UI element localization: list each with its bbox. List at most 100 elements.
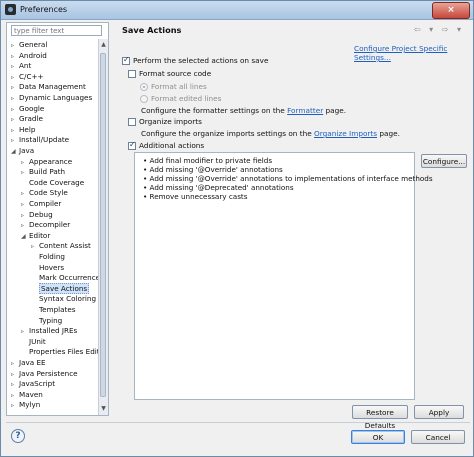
tree-item-installed-jres[interactable]: ▹ Installed JREs	[21, 325, 77, 336]
tree-item-templates[interactable]: Templates	[31, 304, 76, 315]
tree-item-syntax-coloring[interactable]: Syntax Coloring	[31, 293, 96, 304]
tree-item-label: Maven	[19, 389, 43, 399]
formatter-desc-suffix: page.	[323, 106, 347, 115]
tree-item-install-update[interactable]: ▹ Install/Update	[11, 134, 69, 145]
filter-input[interactable]	[11, 25, 102, 36]
tree-item-save-actions[interactable]: Save Actions	[31, 282, 90, 294]
restore-defaults-button[interactable]: Restore Defaults	[352, 405, 408, 430]
scroll-down-arrow-icon[interactable]: ▼	[100, 405, 107, 413]
tree-item-label: Dynamic Languages	[19, 93, 93, 102]
expanded-arrow-icon[interactable]: ◢	[21, 231, 29, 242]
help-icon[interactable]: ?	[11, 429, 25, 443]
organize-desc-prefix: Configure the organize imports settings …	[141, 129, 315, 138]
tree-item-hovers[interactable]: Hovers	[31, 262, 64, 273]
tree-item-code-style[interactable]: ▹ Code Style	[21, 187, 68, 198]
organize-imports-checkbox[interactable]	[128, 118, 136, 126]
collapsed-arrow-icon[interactable]: ▹	[11, 400, 19, 411]
tree-item-maven[interactable]: ▹ Maven	[11, 389, 43, 400]
action-text: Remove unnecessary casts	[149, 192, 248, 201]
tree-item-label: Java	[19, 146, 35, 155]
tree-item-label: C/C++	[19, 71, 44, 81]
format-edited-lines-radio[interactable]	[140, 95, 148, 103]
tree-item-dynamic-languages[interactable]: ▹ Dynamic Languages	[11, 92, 92, 103]
tree-item-label: Typing	[39, 315, 63, 325]
tree-item-debug[interactable]: ▹ Debug	[21, 209, 53, 220]
tree-item-label: Folding	[39, 252, 65, 261]
page-title: Save Actions	[122, 25, 182, 35]
tree-item-mylyn[interactable]: ▹ Mylyn	[11, 399, 40, 410]
format-source-checkbox[interactable]	[128, 70, 136, 78]
tree-item-java-persistence[interactable]: ▹ Java Persistence	[11, 368, 78, 379]
eclipse-icon	[5, 4, 16, 15]
tree-item-editor[interactable]: ◢ Editor	[21, 230, 50, 241]
footer-divider	[6, 422, 470, 423]
tree-item-build-path[interactable]: ▹ Build Path	[21, 166, 65, 177]
tree-item-help[interactable]: ▹ Help	[11, 124, 35, 135]
tree-item-gradle[interactable]: ▹ Gradle	[11, 113, 43, 124]
apply-button[interactable]: Apply	[414, 405, 464, 419]
organize-imports-link[interactable]: Organize Imports	[314, 129, 377, 138]
tree-item-javascript[interactable]: ▹ JavaScript	[11, 378, 55, 389]
tree-item-label: Code Coverage	[29, 177, 85, 187]
format-edited-lines-label: Format edited lines	[151, 94, 222, 103]
tree-item-label: Compiler	[29, 199, 62, 208]
preferences-window: Preferences × ▹General▹Android▹Ant▹C/C++…	[0, 0, 474, 457]
scroll-up-arrow-icon[interactable]: ▲	[100, 41, 107, 49]
tree-item-properties-files-editor[interactable]: Properties Files Editor	[21, 346, 100, 357]
tree-item-java[interactable]: ◢ Java	[11, 145, 34, 156]
configure-project-specific-link[interactable]: Configure Project Specific Settings...	[354, 44, 470, 62]
list-item: • Add missing '@Override' annotations to…	[143, 174, 433, 183]
tree-item-content-assist[interactable]: ▹ Content Assist	[31, 240, 91, 251]
tree-item-android[interactable]: ▹ Android	[11, 50, 47, 61]
expanded-arrow-icon[interactable]: ◢	[11, 146, 19, 157]
tree-item-compiler[interactable]: ▹ Compiler	[21, 198, 61, 209]
history-nav-icons[interactable]: ⇦ ▾ ⇨ ▾	[414, 25, 464, 34]
tree-item-label: Install/Update	[19, 135, 70, 145]
tree-item-typing[interactable]: Typing	[31, 315, 62, 326]
tree-item-c-c[interactable]: ▹ C/C++	[11, 71, 44, 82]
configure-button[interactable]: Configure...	[421, 154, 467, 168]
action-text: Add missing '@Override' annotations	[149, 165, 283, 174]
perform-actions-checkbox[interactable]	[122, 55, 130, 65]
tree-item-label: Data Management	[19, 82, 86, 92]
tree-item-label: Debug	[29, 209, 53, 219]
tree-item-label: Installed JREs	[29, 326, 78, 336]
title-bar: Preferences ×	[1, 1, 473, 20]
tree-item-junit[interactable]: JUnit	[21, 336, 46, 347]
format-all-lines-radio[interactable]	[140, 83, 148, 91]
tree-item-label: Build Path	[29, 167, 66, 177]
preferences-tree: ▹ General ▹ Android ▹ Ant ▹ C/C++ ▹ Data Manageme…	[7, 39, 100, 415]
tree-item-folding[interactable]: Folding	[31, 251, 65, 262]
tree-item-label: Save Actions	[39, 282, 90, 294]
tree-item-label: Mark Occurrences	[39, 273, 100, 283]
close-button[interactable]: ×	[432, 2, 470, 19]
tree-item-label: Gradle	[19, 114, 43, 124]
tree-item-label: JUnit	[29, 336, 46, 346]
tree-item-decompiler[interactable]: ▹ Decompiler	[21, 219, 70, 230]
tree-item-mark-occurrences[interactable]: Mark Occurrences	[31, 272, 100, 283]
tree-scrollbar[interactable]: ▲ ▼	[98, 39, 108, 415]
formatter-link[interactable]: Formatter	[287, 106, 323, 115]
scroll-thumb[interactable]	[100, 53, 106, 397]
tree-item-label: Java Persistence	[19, 368, 78, 378]
additional-actions-checkbox[interactable]	[128, 140, 136, 150]
formatter-description: Configure the formatter settings on the …	[141, 106, 346, 115]
tree-item-label: Mylyn	[19, 400, 41, 410]
tree-item-code-coverage[interactable]: Code Coverage	[21, 177, 84, 188]
cancel-button[interactable]: Cancel	[411, 430, 465, 444]
tree-item-java-ee[interactable]: ▹ Java EE	[11, 357, 46, 368]
tree-item-label: Ant	[19, 61, 32, 71]
tree-item-appearance[interactable]: ▹ Appearance	[21, 156, 72, 167]
tree-item-ant[interactable]: ▹ Ant	[11, 60, 31, 71]
ok-button[interactable]: OK	[351, 430, 405, 444]
perform-actions-label: Perform the selected actions on save	[133, 56, 269, 65]
tree-item-label: Templates	[39, 305, 76, 314]
tree-item-general[interactable]: ▹ General	[11, 39, 47, 50]
tree-item-google[interactable]: ▹ Google	[11, 103, 44, 114]
formatter-desc-prefix: Configure the formatter settings on the	[141, 106, 288, 115]
organize-imports-description: Configure the organize imports settings …	[141, 129, 400, 138]
organize-imports-label: Organize imports	[139, 117, 202, 126]
window-title: Preferences	[20, 5, 68, 14]
tree-item-data-management[interactable]: ▹ Data Management	[11, 81, 86, 92]
list-item: • Add final modifier to private fields	[143, 156, 273, 165]
